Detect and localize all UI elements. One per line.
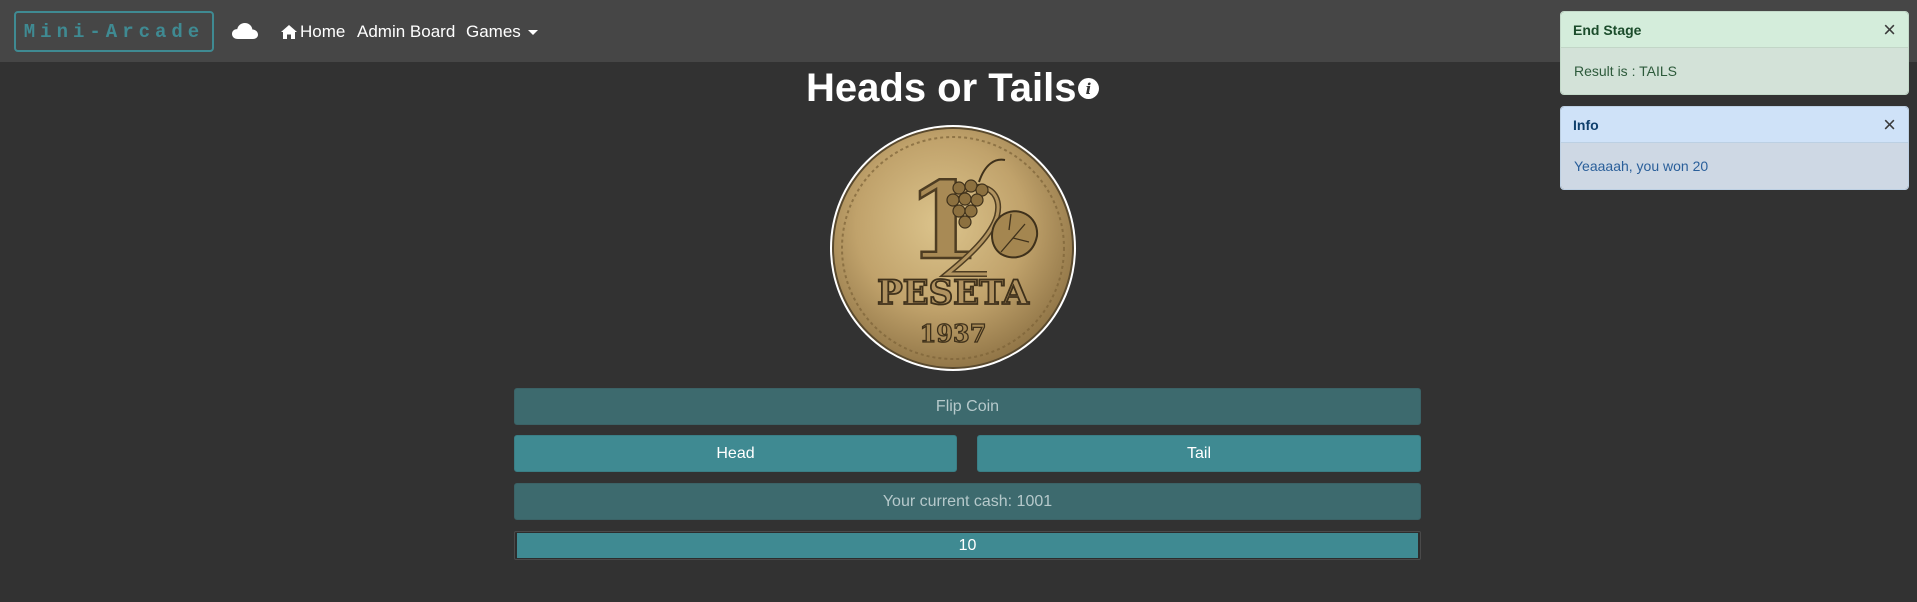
flip-coin-button[interactable]: Flip Coin <box>514 388 1421 425</box>
nav-games-dropdown[interactable]: Games <box>466 22 538 42</box>
current-cash-display: Your current cash: 1001 <box>514 483 1421 520</box>
toast-message: Result is : TAILS <box>1561 48 1908 94</box>
tail-button[interactable]: Tail <box>977 435 1421 472</box>
coin-image: 1 PESETA 1937 <box>830 125 1076 371</box>
nav-home-label: Home <box>300 22 346 41</box>
info-icon[interactable]: i <box>1078 78 1099 99</box>
toast-title: End Stage <box>1573 21 1642 38</box>
home-icon <box>281 25 297 39</box>
toast-title: Info <box>1573 116 1599 133</box>
cloud-icon[interactable] <box>232 22 258 40</box>
head-button[interactable]: Head <box>514 435 957 472</box>
toast-header: Info × <box>1561 107 1908 143</box>
toast-message: Yeaaaah, you won 20 <box>1561 143 1908 189</box>
nav-games-label: Games <box>466 22 521 41</box>
toast-info: Info × Yeaaaah, you won 20 <box>1560 106 1909 190</box>
page-title: Heads or Tails <box>806 66 1077 110</box>
nav-home-link[interactable]: Home <box>280 22 345 42</box>
svg-text:PESETA: PESETA <box>877 273 1029 313</box>
nav-admin-label: Admin Board <box>357 22 456 41</box>
brand-logo[interactable]: Mini-Arcade <box>14 11 214 52</box>
bet-value: 10 <box>958 536 977 554</box>
nav-admin-link[interactable]: Admin Board <box>357 22 455 42</box>
close-icon[interactable]: × <box>1883 113 1896 136</box>
bet-slider[interactable]: 10 <box>514 531 1421 560</box>
toast-end-stage: End Stage × Result is : TAILS <box>1560 11 1909 95</box>
svg-text:1937: 1937 <box>920 319 987 348</box>
caret-down-icon <box>527 29 538 35</box>
toast-header: End Stage × <box>1561 12 1908 48</box>
close-icon[interactable]: × <box>1883 18 1896 41</box>
